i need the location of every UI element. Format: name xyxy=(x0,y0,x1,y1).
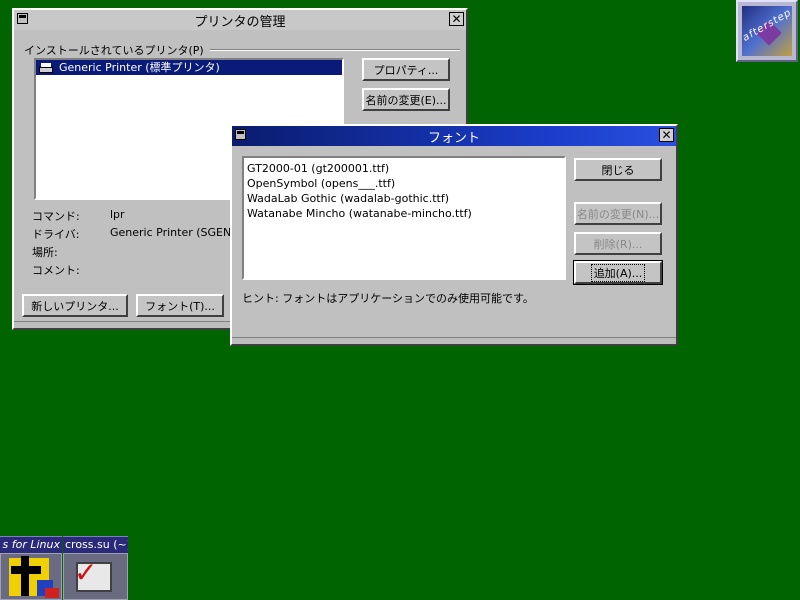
add-font-button[interactable]: 追加(A)... xyxy=(573,260,663,285)
command-label: コマンド: xyxy=(32,210,80,223)
location-label: 場所: xyxy=(32,246,58,259)
close-icon[interactable]: ✕ xyxy=(659,128,674,142)
printer-name: Generic Printer (標準プリンタ) xyxy=(59,61,220,74)
close-button[interactable]: 閉じる xyxy=(574,158,662,181)
rename-font-button[interactable]: 名前の変更(N)... xyxy=(574,202,662,225)
driver-label: ドライバ: xyxy=(32,228,80,241)
taskbar: s for Linux cross.su (~) ✓ xyxy=(0,536,128,600)
window-menu-icon[interactable] xyxy=(17,13,28,24)
font-list[interactable]: GT2000-01 (gt200001.ttf) OpenSymbol (ope… xyxy=(242,156,566,280)
printer-icon xyxy=(39,62,53,73)
fonts-window-titlebar[interactable]: フォント ✕ xyxy=(232,126,676,146)
list-item[interactable]: WadaLab Gothic (wadalab-gothic.ttf) xyxy=(244,191,564,206)
window-menu-icon[interactable] xyxy=(235,129,246,140)
rename-printer-button[interactable]: 名前の変更(E)... xyxy=(362,88,450,111)
taskbar-tab[interactable]: s for Linux xyxy=(0,536,62,553)
properties-button[interactable]: プロパティ... xyxy=(362,58,450,81)
afterstep-logo-icon[interactable]: afterstep xyxy=(736,0,798,62)
fonts-window: フォント ✕ GT2000-01 (gt200001.ttf) OpenSymb… xyxy=(230,124,678,346)
delete-font-button[interactable]: 削除(R)... xyxy=(574,232,662,255)
close-icon[interactable]: ✕ xyxy=(449,12,464,26)
fonts-window-title: フォント xyxy=(427,130,480,146)
taskbar-tab[interactable]: cross.su (~) xyxy=(63,536,128,553)
printer-window-title: プリンタの管理 xyxy=(194,14,286,30)
list-item[interactable]: Watanabe Mincho (watanabe-mincho.ttf) xyxy=(244,206,564,221)
command-value: lpr xyxy=(110,208,125,221)
hint-text: ヒント: フォントはアプリケーションでのみ使用可能です。 xyxy=(242,292,534,305)
new-printer-button[interactable]: 新しいプリンタ... xyxy=(22,294,128,317)
comment-label: コメント: xyxy=(32,264,80,277)
group-line xyxy=(210,49,460,51)
installed-printers-label: インストールされているプリンタ(P) xyxy=(24,44,204,57)
fonts-button[interactable]: フォント(T)... xyxy=(136,294,224,317)
fonts-window-statusbar xyxy=(232,337,676,344)
list-item[interactable]: Generic Printer (標準プリンタ) xyxy=(36,60,342,75)
app-launcher-icon[interactable] xyxy=(0,553,62,600)
checkbox-task-icon[interactable]: ✓ xyxy=(63,553,128,600)
list-item[interactable]: OpenSymbol (opens___.ttf) xyxy=(244,176,564,191)
printer-window-titlebar[interactable]: プリンタの管理 ✕ xyxy=(14,10,466,30)
list-item[interactable]: GT2000-01 (gt200001.ttf) xyxy=(244,161,564,176)
